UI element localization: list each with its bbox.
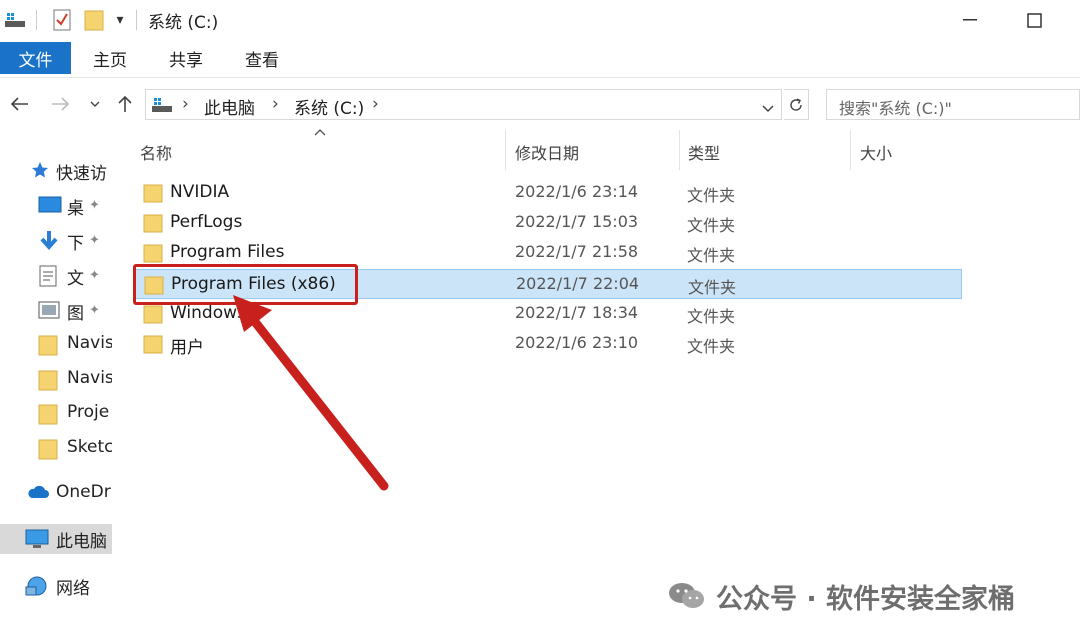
annotation-arrow	[233, 295, 389, 491]
wechat-icon	[668, 581, 706, 611]
watermark: 公众号 · 软件安装全家桶	[668, 578, 1015, 615]
